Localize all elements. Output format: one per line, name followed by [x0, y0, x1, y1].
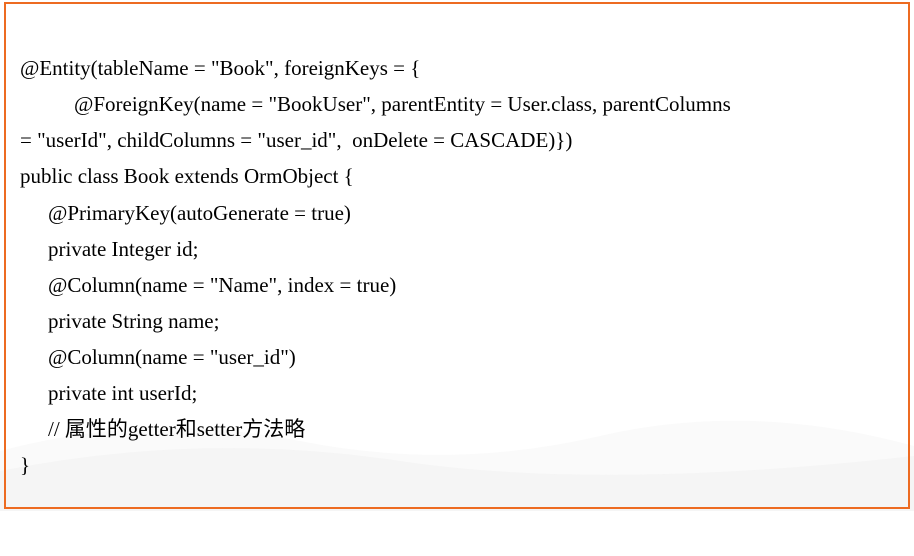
code-line: private String name;: [20, 303, 894, 339]
code-line: private int userId;: [20, 375, 894, 411]
code-line: @ForeignKey(name = "BookUser", parentEnt…: [20, 86, 894, 122]
code-block: @Entity(tableName = "Book", foreignKeys …: [20, 14, 894, 556]
code-line: @PrimaryKey(autoGenerate = true): [20, 195, 894, 231]
code-container: @Entity(tableName = "Book", foreignKeys …: [4, 2, 910, 509]
code-line: @Entity(tableName = "Book", foreignKeys …: [20, 50, 894, 86]
code-line: @Column(name = "user_id"): [20, 339, 894, 375]
code-line: private Integer id;: [20, 231, 894, 267]
code-line: @Column(name = "Name", index = true): [20, 267, 894, 303]
code-line: // 属性的getter和setter方法略: [20, 411, 894, 447]
code-line: }: [20, 447, 894, 483]
code-line: = "userId", childColumns = "user_id", on…: [20, 122, 894, 158]
code-line: public class Book extends OrmObject {: [20, 158, 894, 194]
